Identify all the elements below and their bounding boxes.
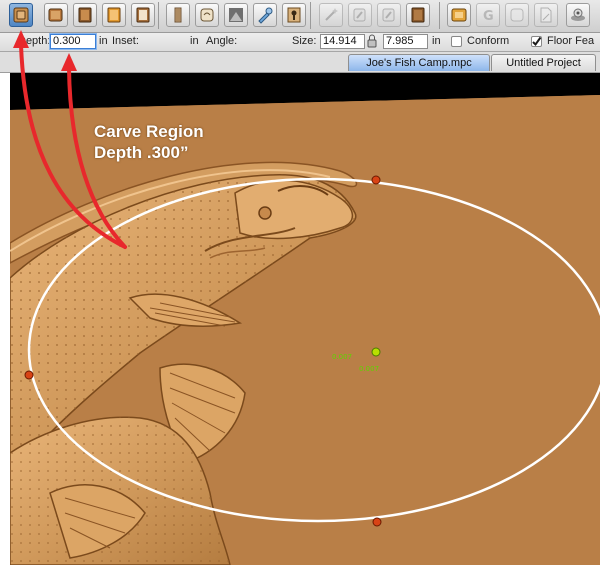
layer-copy-icon xyxy=(353,8,366,22)
depth-unit: in xyxy=(99,35,108,47)
inset-field[interactable] xyxy=(146,34,186,49)
inset-unit: in xyxy=(190,35,199,47)
annotation-title: Carve Region xyxy=(94,122,204,141)
carve-region-icon xyxy=(13,7,29,23)
angle-field[interactable] xyxy=(242,34,284,49)
size-unit: in xyxy=(432,35,441,47)
floor-checkbox[interactable] xyxy=(531,36,542,47)
center-handle[interactable] xyxy=(371,347,381,357)
notebook-layer-icon xyxy=(107,7,121,23)
offset-readout-left: 0.007 xyxy=(332,353,352,361)
carve-region-annotation: Carve Region Depth .300” xyxy=(94,121,204,163)
top-handle[interactable] xyxy=(371,175,381,185)
letter-g-button[interactable]: G xyxy=(476,3,500,27)
paint-brush-button[interactable] xyxy=(253,3,277,27)
document-button[interactable] xyxy=(534,3,558,27)
rounded-square-button[interactable] xyxy=(505,3,529,27)
fish-eye xyxy=(258,206,272,220)
tab-untitled-project[interactable]: Untitled Project xyxy=(491,54,596,71)
annotation-depth: Depth .300” xyxy=(94,143,189,162)
main-toolbar: G xyxy=(0,0,600,33)
paint-brush-icon xyxy=(258,7,273,24)
bottom-handle[interactable] xyxy=(372,517,382,527)
scroll-button[interactable] xyxy=(195,3,219,27)
stamp-button[interactable] xyxy=(447,3,471,27)
texture-icon xyxy=(229,8,243,22)
page-layer-icon xyxy=(136,7,150,23)
book-icon xyxy=(411,7,425,23)
page-layer-button[interactable] xyxy=(131,3,155,27)
left-handle[interactable] xyxy=(24,370,34,380)
tab-joes-fish-camp[interactable]: Joe's Fish Camp.mpc xyxy=(348,54,490,71)
notebook-layer-button[interactable] xyxy=(102,3,126,27)
floor-label: Floor Fea xyxy=(547,35,595,47)
width-field[interactable]: 14.914 xyxy=(320,34,365,49)
properties-bar: Depth: 0.300 in Inset: in Angle: Size: 1… xyxy=(0,33,600,52)
document-tab-bar: Joe's Fish Camp.mpc Untitled Project xyxy=(0,52,600,73)
wand-icon xyxy=(325,8,338,21)
stack-layer-button[interactable] xyxy=(44,3,68,27)
book-layer-icon xyxy=(78,7,92,23)
size-label: Size: xyxy=(292,35,317,47)
lock-icon xyxy=(367,34,377,48)
offset-readout-bottom: 0.007 xyxy=(359,365,379,373)
stack-layer-icon xyxy=(48,8,63,22)
sheep-icon xyxy=(571,8,585,21)
sheep-button[interactable] xyxy=(566,3,590,27)
carve-region-tool-button[interactable] xyxy=(9,3,33,27)
height-field[interactable]: 7.985 xyxy=(383,34,428,49)
svg-text:G: G xyxy=(483,9,494,24)
checkmark-icon xyxy=(532,36,542,47)
conform-label: Conform xyxy=(467,35,510,47)
texture-button[interactable] xyxy=(224,3,248,27)
layer-copy-button[interactable] xyxy=(348,3,372,27)
key-icon xyxy=(287,7,301,23)
wand-button[interactable] xyxy=(319,3,343,27)
inset-label: Inset: xyxy=(112,35,139,47)
conform-checkbox[interactable] xyxy=(451,36,462,47)
column-icon xyxy=(174,7,182,23)
rounded-square-icon xyxy=(510,8,524,22)
aspect-lock-button[interactable] xyxy=(367,34,377,48)
depth-label: Depth: xyxy=(18,35,51,47)
depth-field[interactable]: 0.300 xyxy=(50,34,96,49)
letter-g-icon: G xyxy=(483,9,494,24)
layer-paste-icon xyxy=(382,8,395,22)
scroll-icon xyxy=(200,8,214,22)
column-button[interactable] xyxy=(166,3,190,27)
document-icon xyxy=(540,7,552,23)
key-button[interactable] xyxy=(282,3,306,27)
book-layer-button[interactable] xyxy=(73,3,97,27)
angle-label: Angle: xyxy=(206,35,238,47)
book-button[interactable] xyxy=(406,3,430,27)
layer-paste-button[interactable] xyxy=(377,3,401,27)
stamp-icon xyxy=(451,8,467,22)
